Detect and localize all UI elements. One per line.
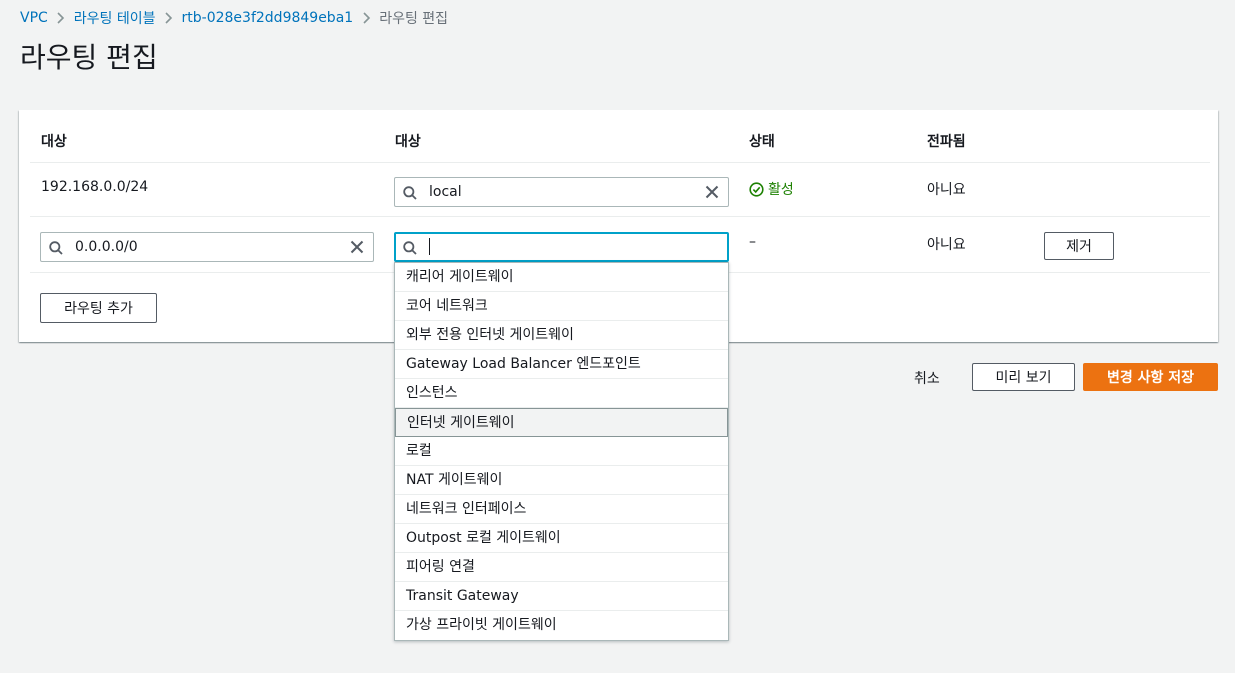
clear-icon[interactable] [350, 240, 364, 254]
search-icon [403, 186, 417, 200]
breadcrumb-route-tables[interactable]: 라우팅 테이블 [74, 8, 156, 28]
page-title: 라우팅 편집 [20, 41, 158, 74]
clear-icon[interactable] [705, 185, 719, 199]
breadcrumb-vpc[interactable]: VPC [20, 10, 48, 26]
check-circle-icon [749, 181, 764, 197]
dropdown-option[interactable]: NAT 게이트웨이 [395, 466, 728, 495]
dropdown-option[interactable]: 외부 전용 인터넷 게이트웨이 [395, 321, 728, 350]
search-icon [49, 241, 63, 255]
row2-target-input[interactable] [394, 232, 729, 262]
row2-status: – [749, 234, 756, 250]
target-dropdown: 캐리어 게이트웨이 코어 네트워크 외부 전용 인터넷 게이트웨이 Gatewa… [394, 262, 729, 641]
dropdown-option[interactable]: Outpost 로컬 게이트웨이 [395, 524, 728, 553]
breadcrumb-current: 라우팅 편집 [379, 11, 449, 27]
chevron-right-icon [156, 10, 182, 26]
row2-destination-value: 0.0.0.0/0 [75, 239, 138, 255]
row1-status: 활성 [749, 179, 794, 199]
dropdown-option[interactable]: 피어링 연결 [395, 553, 728, 582]
preview-button[interactable]: 미리 보기 [972, 363, 1075, 391]
remove-button[interactable]: 제거 [1044, 232, 1114, 260]
dropdown-option[interactable]: 인스턴스 [395, 379, 728, 408]
column-header-target: 대상 [395, 134, 421, 150]
column-header-status: 상태 [749, 134, 775, 150]
divider [30, 216, 1210, 217]
cancel-button[interactable]: 취소 [914, 368, 940, 388]
row2-destination-input[interactable]: 0.0.0.0/0 [40, 232, 374, 262]
chevron-right-icon [353, 10, 379, 26]
dropdown-option-highlighted[interactable]: 인터넷 게이트웨이 [395, 408, 728, 437]
column-header-destination: 대상 [41, 134, 67, 150]
chevron-right-icon [48, 10, 74, 26]
dropdown-option[interactable]: Gateway Load Balancer 엔드포인트 [395, 350, 728, 379]
dropdown-option[interactable]: 코어 네트워크 [395, 292, 728, 321]
row1-target-value: local [429, 184, 462, 200]
dropdown-option[interactable]: 캐리어 게이트웨이 [395, 263, 728, 292]
dropdown-option[interactable]: 네트워크 인터페이스 [395, 495, 728, 524]
search-icon [403, 241, 417, 255]
add-route-button[interactable]: 라우팅 추가 [40, 293, 157, 323]
divider [30, 162, 1210, 163]
text-cursor [429, 238, 430, 255]
breadcrumb-route-table-id[interactable]: rtb-028e3f2dd9849eba1 [182, 10, 354, 26]
row1-target-input[interactable]: local [394, 177, 729, 207]
row1-destination: 192.168.0.0/24 [41, 179, 149, 195]
column-header-propagated: 전파됨 [927, 134, 966, 150]
dropdown-option[interactable]: 로컬 [395, 437, 728, 466]
dropdown-option[interactable]: Transit Gateway [395, 582, 728, 611]
dropdown-option[interactable]: 가상 프라이빗 게이트웨이 [395, 611, 728, 640]
breadcrumb: VPC 라우팅 테이블 rtb-028e3f2dd9849eba1 라우팅 편집 [20, 8, 448, 28]
row1-status-text: 활성 [768, 182, 794, 198]
save-changes-button[interactable]: 변경 사항 저장 [1083, 363, 1218, 391]
row2-propagated: 아니요 [927, 237, 966, 253]
row1-propagated: 아니요 [927, 182, 966, 198]
